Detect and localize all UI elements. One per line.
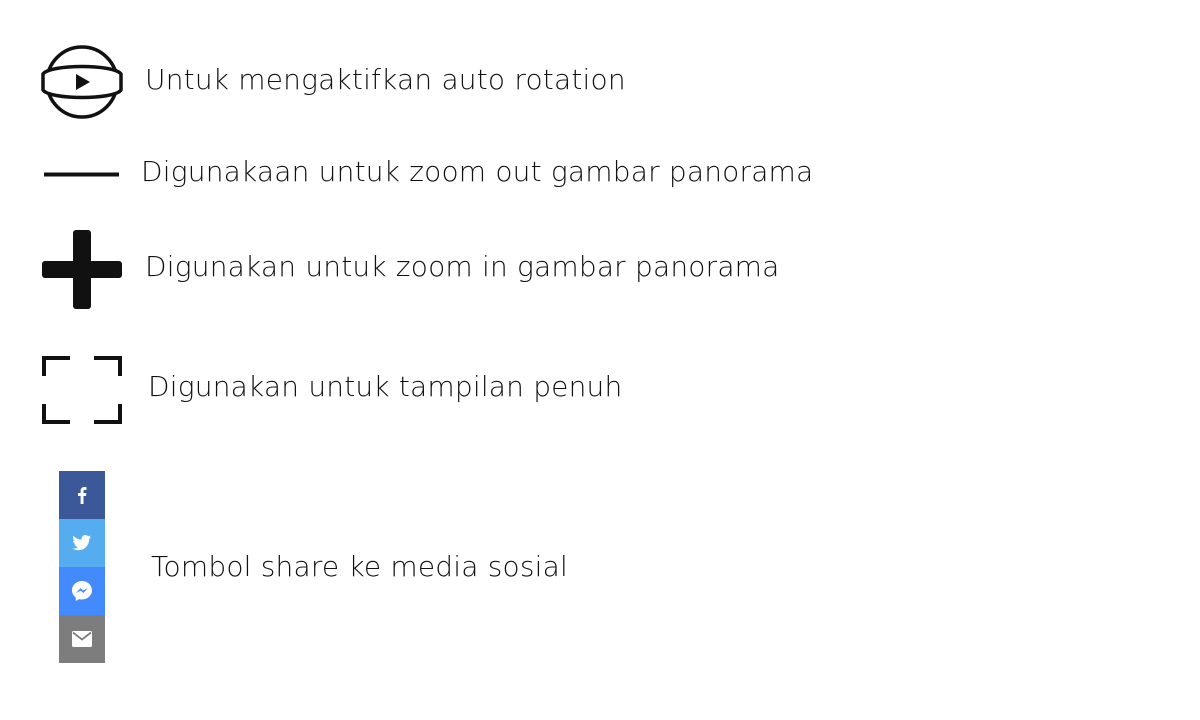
facebook-icon [78, 487, 87, 504]
auto-rotate-label: Untuk mengaktifkan auto rotation [145, 63, 626, 96]
twitter-share-button[interactable] [59, 519, 105, 567]
twitter-icon [72, 535, 92, 551]
zoom-out-label: Digunakaan untuk zoom out gambar panoram… [141, 155, 814, 188]
zoom-in-label: Digunakan untuk zoom in gambar panorama [145, 250, 780, 283]
email-share-button[interactable] [59, 615, 105, 663]
messenger-share-button[interactable] [59, 567, 105, 615]
fullscreen-icon[interactable] [42, 356, 122, 424]
email-icon [72, 631, 92, 647]
facebook-share-button[interactable] [59, 471, 105, 519]
zoom-out-icon[interactable] [44, 172, 120, 178]
auto-rotate-icon[interactable] [40, 44, 124, 120]
share-button-stack [59, 471, 105, 663]
messenger-icon [72, 581, 92, 601]
share-label: Tombol share ke media sosial [151, 550, 568, 583]
fullscreen-label: Digunakan untuk tampilan penuh [148, 370, 623, 403]
zoom-in-icon[interactable] [41, 229, 123, 311]
